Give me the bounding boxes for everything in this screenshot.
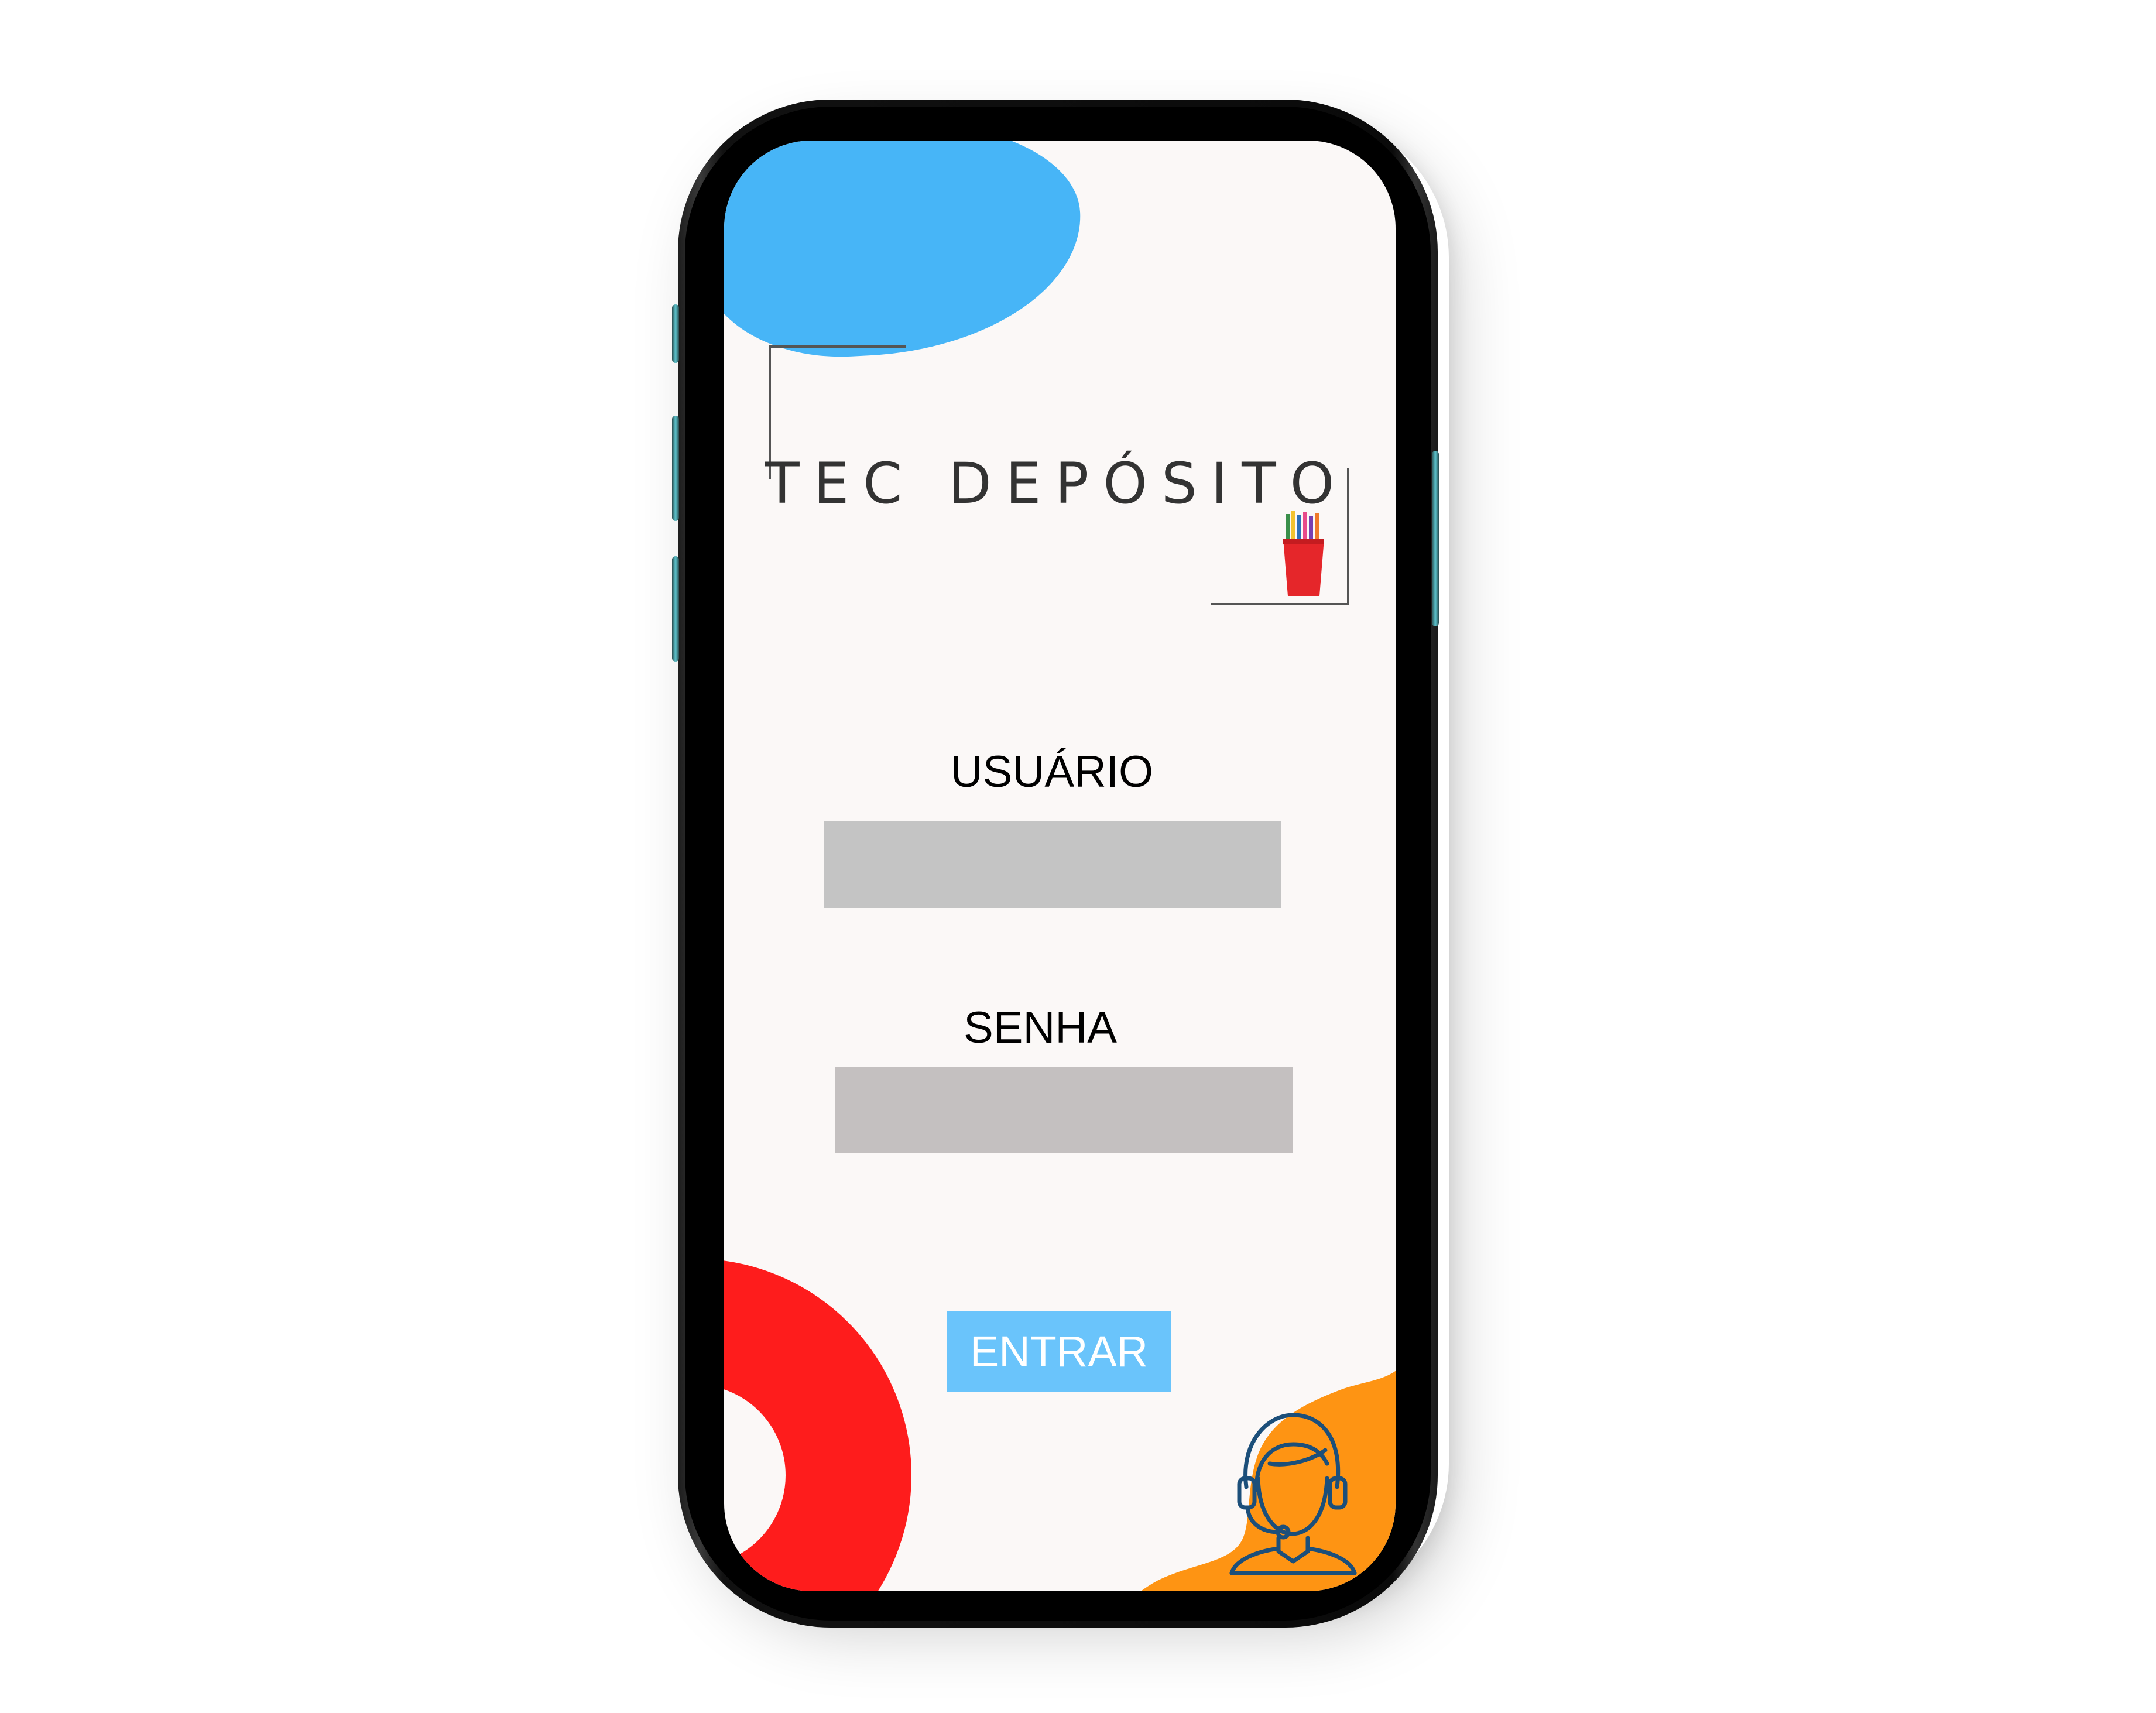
user-input[interactable] [824,821,1281,908]
password-input[interactable] [835,1067,1293,1153]
phone-side-button-volume-up [672,416,679,521]
decorative-blue-blob [724,141,1087,364]
app-logo-text: TEC DEPÓSITO [765,451,1349,516]
phone-side-button-volume-down [672,556,679,662]
enter-button[interactable]: ENTRAR [947,1311,1171,1392]
user-label: USUÁRIO [950,747,1154,797]
headset-agent-icon[interactable] [1223,1408,1358,1578]
phone-screen: TEC DEPÓSITO USUÁRIO SENHA ENTRAR [724,141,1396,1591]
pencil-cup-icon [1283,511,1324,596]
phone-side-button-power [1432,451,1439,626]
mockup-stage: TEC DEPÓSITO USUÁRIO SENHA ENTRAR [0,0,2156,1713]
password-label: SENHA [964,1003,1117,1053]
phone-side-button-silent [672,304,679,363]
decorative-red-ring [724,1259,911,1591]
